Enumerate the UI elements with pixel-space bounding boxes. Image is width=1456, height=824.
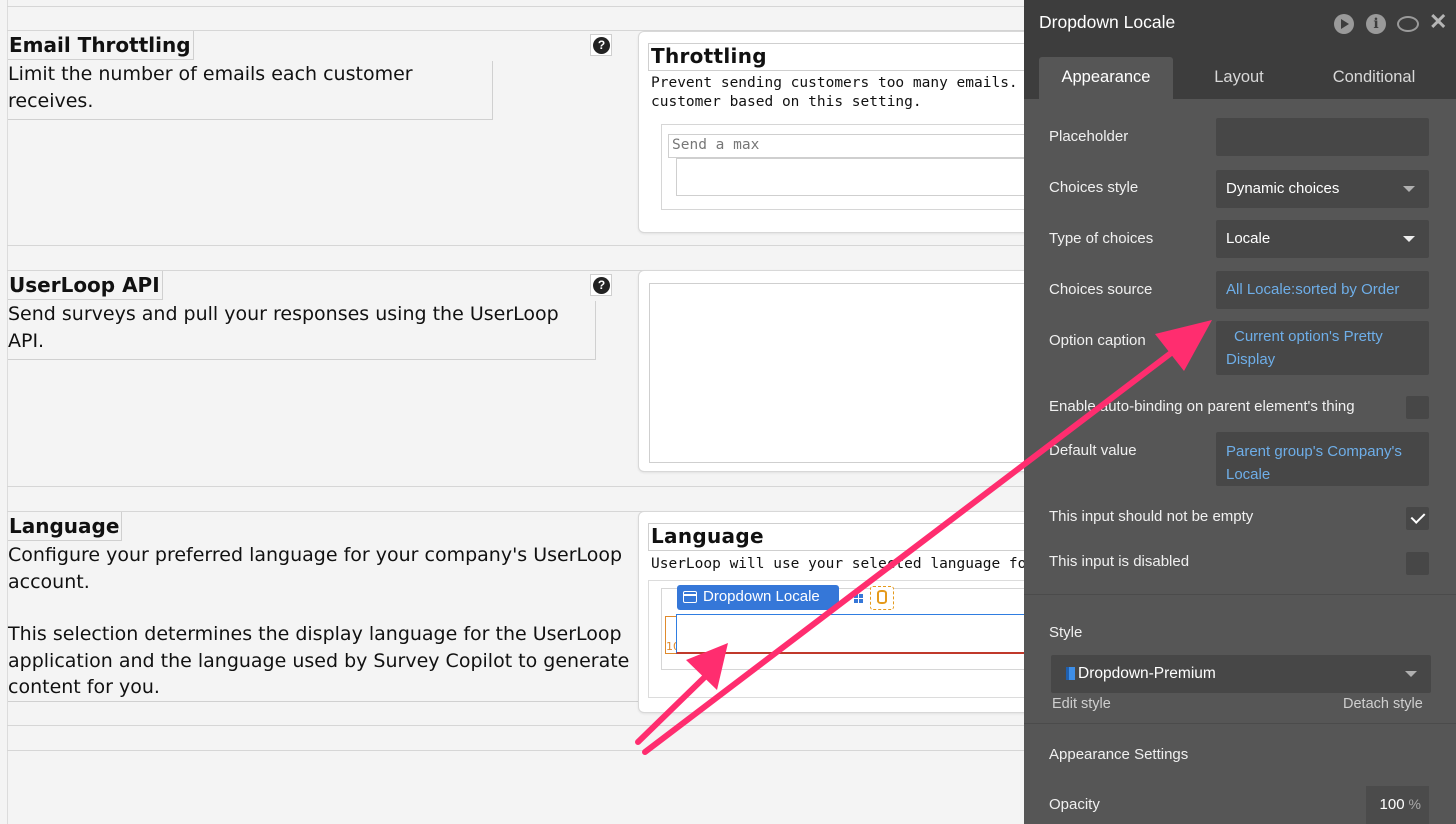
- editor-canvas: Email Throttling ? Limit the number of e…: [0, 0, 1024, 824]
- style-select[interactable]: Dropdown-Premium: [1051, 655, 1431, 693]
- grid-icon[interactable]: [844, 587, 866, 609]
- chevron-down-icon: [1403, 236, 1415, 242]
- divider: [7, 245, 1024, 246]
- panel-title: Dropdown Locale: [1039, 12, 1176, 32]
- not-empty-checkbox[interactable]: [1406, 507, 1429, 530]
- option-caption-line2: Display: [1226, 351, 1276, 368]
- divider: [7, 486, 1024, 487]
- panel-header: Dropdown Locale i ✕: [1024, 0, 1456, 47]
- help-icon[interactable]: ?: [590, 274, 612, 296]
- choices-style-select[interactable]: Dynamic choices: [1216, 170, 1429, 208]
- info-icon[interactable]: i: [1366, 14, 1386, 34]
- default-value-line2: Locale: [1226, 466, 1271, 483]
- section-title-language[interactable]: Language: [8, 512, 123, 541]
- section-desc-language-1[interactable]: Configure your preferred language for yo…: [8, 542, 633, 595]
- placeholder-input[interactable]: [1216, 118, 1429, 156]
- throttling-desc-line1: Prevent sending customers too many email…: [651, 75, 1024, 91]
- default-value-label: Default value: [1049, 442, 1137, 459]
- divider: [7, 750, 1024, 751]
- divider: [8, 701, 638, 702]
- panel-tabs: Appearance Layout Conditional: [1024, 47, 1456, 99]
- close-icon[interactable]: ✕: [1429, 10, 1449, 34]
- group-icon: [683, 591, 697, 603]
- element-tag-label: Dropdown Locale: [703, 588, 820, 605]
- disabled-checkbox[interactable]: [1406, 552, 1429, 575]
- autobinding-label: Enable auto-binding on parent element's …: [1049, 398, 1355, 415]
- property-editor-panel: Dropdown Locale i ✕ Appearance Layout Co…: [1024, 0, 1456, 824]
- detach-style-link[interactable]: Detach style: [1343, 696, 1423, 712]
- divider: [1024, 594, 1456, 595]
- tab-conditional[interactable]: Conditional: [1314, 57, 1434, 99]
- tab-layout[interactable]: Layout: [1186, 57, 1292, 99]
- language-card-title[interactable]: Language: [651, 524, 764, 548]
- opacity-input[interactable]: 100%: [1366, 786, 1429, 824]
- play-icon[interactable]: [1334, 14, 1354, 34]
- chevron-down-icon: [1405, 671, 1417, 677]
- edit-style-link[interactable]: Edit style: [1052, 696, 1111, 712]
- database-icon[interactable]: [870, 586, 894, 610]
- opacity-unit: %: [1408, 796, 1421, 812]
- throttling-card-title[interactable]: Throttling: [651, 44, 767, 68]
- appearance-settings-heading: Appearance Settings: [1049, 746, 1189, 763]
- send-max-label[interactable]: Send a max: [668, 134, 1024, 158]
- section-desc-language-2[interactable]: This selection determines the display la…: [8, 621, 633, 701]
- choices-style-value: Dynamic choices: [1226, 180, 1340, 197]
- dropdown-locale[interactable]: [676, 614, 1024, 654]
- type-of-choices-value: Locale: [1226, 230, 1271, 247]
- not-empty-label: This input should not be empty: [1049, 508, 1254, 525]
- api-card-content[interactable]: [649, 283, 1024, 463]
- language-desc-line1: UserLoop will use your selected language…: [651, 556, 1024, 572]
- tab-appearance[interactable]: Appearance: [1039, 57, 1173, 99]
- placeholder-label: Placeholder: [1049, 128, 1129, 145]
- section-desc-email-throttling[interactable]: Limit the number of emails each customer…: [8, 61, 493, 120]
- choices-source-expression[interactable]: All Locale:sorted by Order: [1216, 271, 1429, 309]
- default-value-expression[interactable]: Parent group's Company's Locale: [1216, 432, 1429, 486]
- divider: [1024, 723, 1456, 724]
- style-icon: [1066, 667, 1075, 680]
- help-icon[interactable]: ?: [590, 34, 612, 56]
- element-tag-dropdown-locale[interactable]: Dropdown Locale: [677, 585, 839, 610]
- opacity-value: 100: [1379, 796, 1405, 813]
- option-caption-label: Option caption: [1049, 332, 1146, 349]
- section-title-email-throttling[interactable]: Email Throttling: [8, 31, 194, 60]
- section-desc-userloop-api[interactable]: Send surveys and pull your responses usi…: [8, 301, 596, 360]
- section-title-userloop-api[interactable]: UserLoop API: [8, 271, 163, 300]
- default-value-line1: Parent group's Company's: [1226, 443, 1402, 460]
- option-caption-expression[interactable]: Current option's Pretty Display: [1216, 321, 1429, 375]
- opacity-label: Opacity: [1049, 796, 1100, 813]
- choices-style-label: Choices style: [1049, 179, 1139, 196]
- send-max-input[interactable]: [676, 158, 1024, 196]
- style-label: Style: [1049, 624, 1083, 641]
- style-value: Dropdown-Premium: [1078, 665, 1216, 682]
- option-caption-line1: Current option's Pretty: [1234, 328, 1383, 345]
- type-of-choices-label: Type of choices: [1049, 230, 1154, 247]
- chevron-down-icon: [1403, 186, 1415, 192]
- autobinding-checkbox[interactable]: [1406, 396, 1429, 419]
- throttling-desc-line2: customer based on this setting.: [651, 94, 922, 110]
- disabled-label: This input is disabled: [1049, 553, 1190, 570]
- choices-source-label: Choices source: [1049, 281, 1153, 298]
- divider: [7, 725, 1024, 726]
- type-of-choices-select[interactable]: Locale: [1216, 220, 1429, 258]
- comment-icon[interactable]: [1397, 16, 1419, 32]
- divider: [7, 6, 1024, 7]
